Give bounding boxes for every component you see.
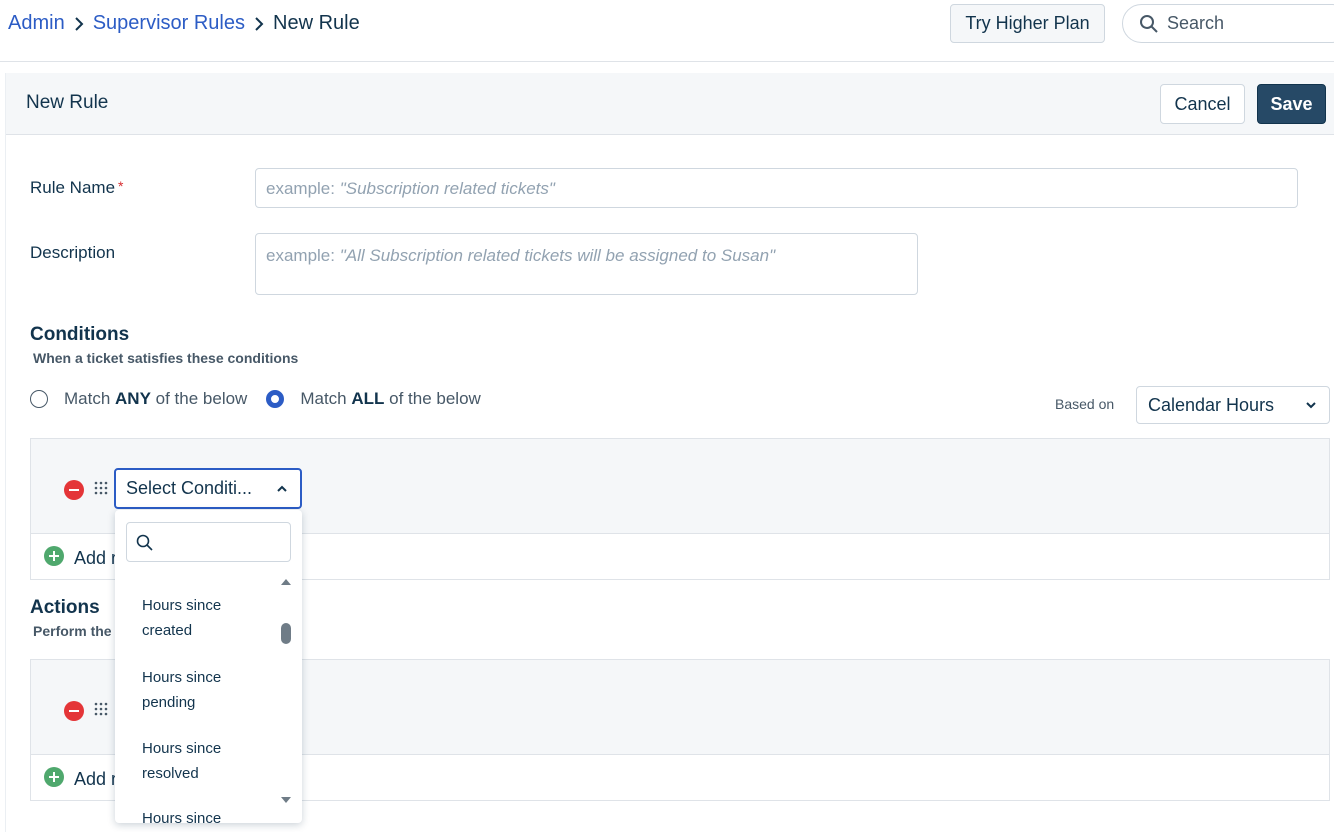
drag-handle-icon[interactable] [94,481,108,495]
conditions-subtitle: When a ticket satisfies these conditions [33,350,299,366]
dropdown-option-hours-since-created[interactable]: Hours since created [142,593,262,643]
remove-condition-icon[interactable] [64,480,84,500]
condition-select[interactable]: Select Conditi... [114,468,302,509]
dropdown-option-hours-since-pending[interactable]: Hours since pending [142,665,262,715]
rule-name-input[interactable]: example: "Subscription related tickets" [255,168,1298,208]
match-any-label: Match ANY of the below [64,389,247,409]
drag-handle-icon[interactable] [94,702,108,716]
condition-dropdown-menu: Hours since created Hours since pending … [115,510,302,823]
breadcrumb: Admin Supervisor Rules New Rule [8,12,360,35]
page-header: New Rule Cancel Save [6,73,1334,135]
match-any-option[interactable]: Match ANY of the below [30,389,247,409]
chevron-right-icon [254,16,264,31]
required-marker: * [118,178,124,194]
dropdown-option-partial[interactable]: Hours since [142,806,262,823]
search-icon [136,534,153,551]
rule-name-placeholder-prefix: example: [266,179,340,198]
conditions-title: Conditions [30,324,130,345]
option-line: Hours since [142,740,222,757]
rule-name-placeholder-example: "Subscription related tickets" [339,179,555,198]
match-any-prefix: Match [64,389,116,408]
condition-select-value: Select Conditi... [126,478,253,498]
try-higher-plan-button[interactable]: Try Higher Plan [950,4,1105,43]
based-on-select[interactable]: Calendar Hours [1136,386,1330,424]
actions-title: Actions [30,597,100,618]
match-all-radio[interactable] [266,390,285,408]
based-on-value: Calendar Hours [1148,394,1275,415]
match-mode-group: Match ANY of the below Match ALL of the … [30,389,500,409]
add-condition-icon[interactable] [44,546,64,566]
description-label: Description [30,243,116,262]
add-action-link[interactable]: Add r [74,769,117,790]
dropdown-search-input[interactable] [126,522,291,562]
dropdown-scrollbar-thumb[interactable] [281,623,291,644]
match-all-prefix: Match [300,389,352,408]
breadcrumb-current: New Rule [273,12,360,34]
description-placeholder-prefix: example: [266,246,340,265]
chevron-right-icon [74,16,84,31]
option-line: resolved [142,765,199,782]
page-title: New Rule [26,92,109,113]
add-condition-link[interactable]: Add r [74,548,117,569]
chevron-down-icon [1306,402,1316,409]
description-placeholder-example: "All Subscription related tickets will b… [339,246,776,265]
match-any-radio[interactable] [30,390,48,408]
match-any-suffix: of the below [150,389,248,408]
breadcrumb-admin-link[interactable]: Admin [8,12,65,35]
remove-action-icon[interactable] [64,701,84,721]
option-line: Hours since [142,669,222,686]
option-line: created [142,622,193,639]
match-any-keyword: ANY [115,389,151,408]
option-line: Hours since [142,597,222,614]
match-all-option[interactable]: Match ALL of the below [266,389,481,409]
rule-name-label: Rule Name * [30,178,124,198]
cancel-button[interactable]: Cancel [1160,84,1245,124]
match-all-suffix: of the below [384,389,481,408]
actions-subtitle: Perform the [33,623,112,639]
breadcrumb-supervisor-rules-link[interactable]: Supervisor Rules [93,12,245,35]
chevron-up-icon [277,485,287,492]
dropdown-option-hours-since-resolved[interactable]: Hours since resolved [142,736,262,786]
option-line: pending [142,694,196,711]
search-placeholder: Search [1167,13,1225,33]
save-button[interactable]: Save [1257,84,1326,124]
global-search-input[interactable]: Search [1122,4,1334,43]
based-on-label: Based on [1055,396,1115,412]
option-line: Hours since [142,810,222,823]
match-all-keyword: ALL [351,389,385,408]
top-bar: Admin Supervisor Rules New Rule Try High… [0,0,1334,62]
scroll-down-arrow-icon[interactable] [281,797,291,805]
add-action-icon[interactable] [44,767,64,787]
scroll-up-arrow-icon[interactable] [281,577,291,585]
search-icon [1140,14,1158,33]
rule-name-label-text: Rule Name [30,178,116,197]
match-all-label: Match ALL of the below [300,389,480,409]
description-textarea[interactable]: example: "All Subscription related ticke… [255,233,918,295]
